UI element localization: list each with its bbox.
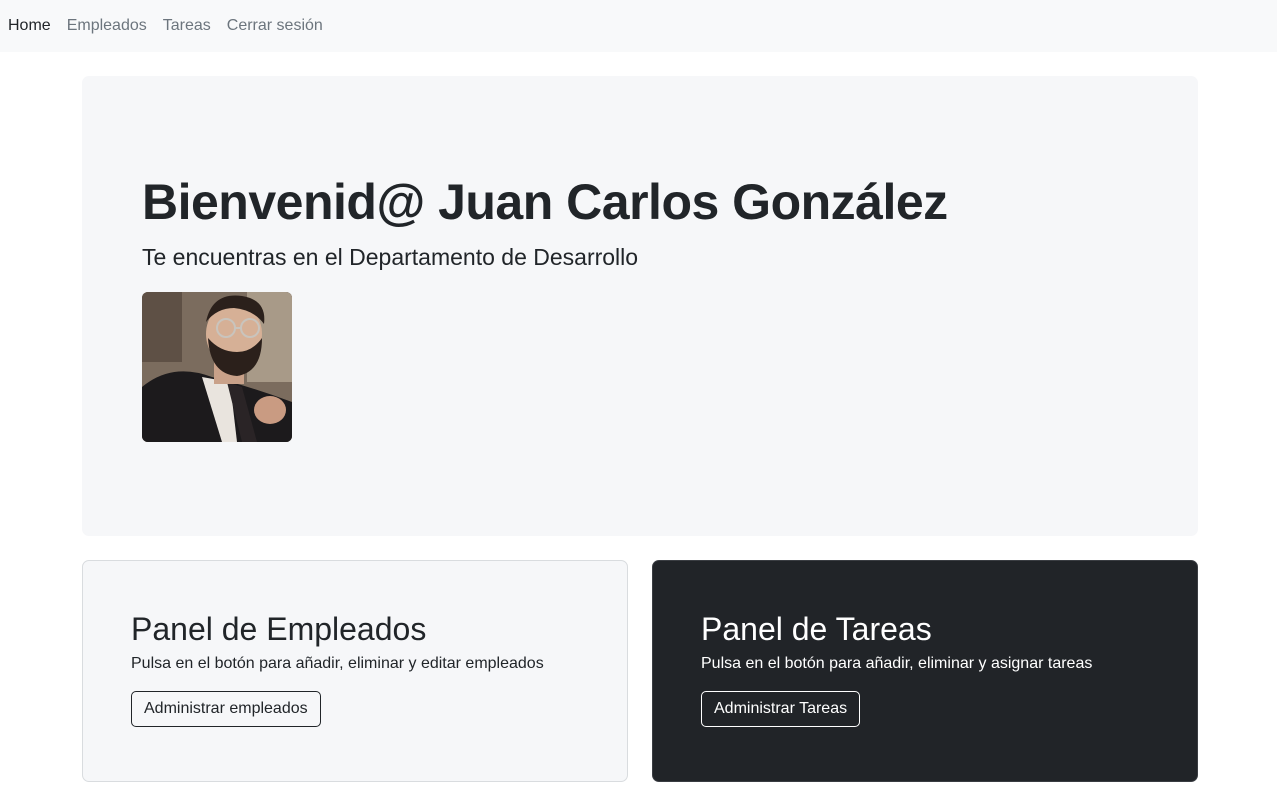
panel-empleados: Panel de Empleados Pulsa en el botón par… [82,560,628,782]
panel-empleados-title: Panel de Empleados [131,611,427,647]
administrar-empleados-button[interactable]: Administrar empleados [131,691,321,727]
nav-link-empleados[interactable]: Empleados [67,17,147,35]
welcome-jumbotron: Bienvenid@ Juan Carlos González Te encue… [82,76,1198,536]
user-photo [142,292,292,442]
welcome-title: Bienvenid@ Juan Carlos González [142,174,948,230]
department-subtitle: Te encuentras en el Departamento de Desa… [142,244,639,270]
nav-link-home[interactable]: Home [8,17,51,35]
panel-tareas-title: Panel de Tareas [701,611,932,647]
panel-tareas: Panel de Tareas Pulsa en el botón para a… [652,560,1198,782]
panels-row: Panel de Empleados Pulsa en el botón par… [82,560,1198,782]
nav-link-tareas[interactable]: Tareas [163,17,211,35]
nav-link-cerrar-sesion[interactable]: Cerrar sesión [227,17,323,35]
administrar-tareas-button[interactable]: Administrar Tareas [701,691,861,727]
panel-tareas-text: Pulsa en el botón para añadir, eliminar … [701,655,1093,672]
top-navbar: Home Empleados Tareas Cerrar sesión [0,0,1277,52]
user-photo-icon [142,292,292,442]
panel-empleados-text: Pulsa en el botón para añadir, eliminar … [131,655,544,672]
